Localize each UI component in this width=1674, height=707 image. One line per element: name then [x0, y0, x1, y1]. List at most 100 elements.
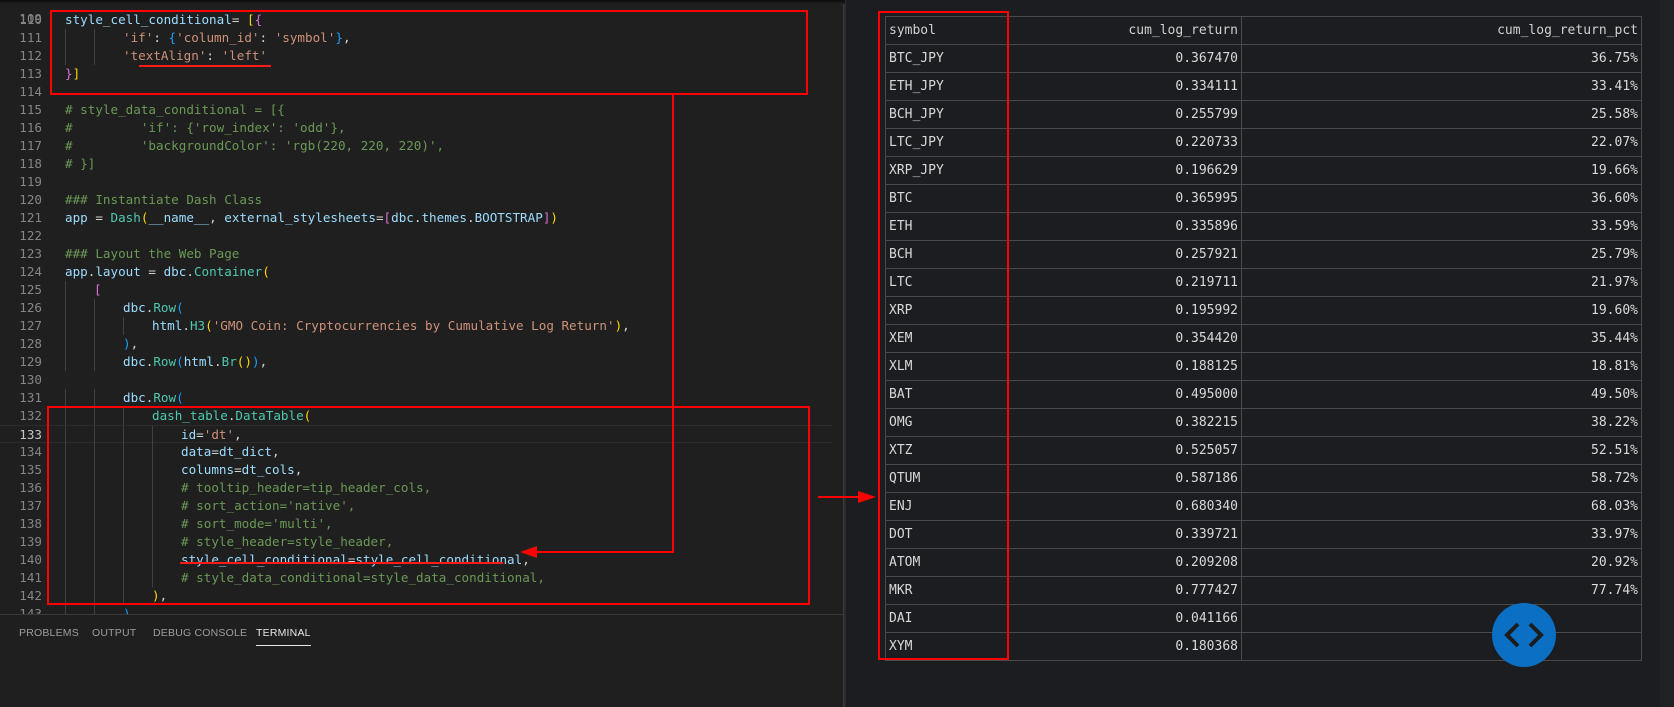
cell-symbol[interactable]: OMG [885, 408, 1009, 437]
cell-cum-log-return[interactable]: 0.680340 [1008, 492, 1242, 521]
cell-cum-log-return-pct[interactable]: 20.92% [1241, 548, 1642, 577]
editor-line[interactable]: 124 app.layout = dbc.Container( [0, 263, 845, 281]
editor-line[interactable]: 115 # style_data_conditional = [{ [0, 101, 845, 119]
tab-debug-console[interactable]: DEBUG CONSOLE [153, 627, 247, 645]
editor-line[interactable]: 131 dbc.Row( [0, 389, 845, 407]
cell-cum-log-return[interactable]: 0.354420 [1008, 324, 1242, 353]
cell-cum-log-return[interactable]: 0.195992 [1008, 296, 1242, 325]
cell-cum-log-return[interactable]: 0.041166 [1008, 604, 1242, 633]
cell-cum-log-return[interactable]: 0.777427 [1008, 576, 1242, 605]
editor-line[interactable]: 132 dash_table.DataTable( [0, 407, 845, 425]
editor-line[interactable]: 123 ### Layout the Web Page [0, 245, 845, 263]
editor-line[interactable]: 130 [0, 371, 845, 389]
cell-cum-log-return[interactable]: 0.587186 [1008, 464, 1242, 493]
cell-symbol[interactable]: MKR [885, 576, 1009, 605]
editor-line[interactable]: 137 # sort_action='native', [0, 497, 845, 515]
cell-cum-log-return[interactable]: 0.334111 [1008, 72, 1242, 101]
cell-cum-log-return-pct[interactable]: 36.75% [1241, 44, 1642, 73]
cell-symbol[interactable]: XRP [885, 296, 1009, 325]
editor-line[interactable]: 136 # tooltip_header=tip_header_cols, [0, 479, 845, 497]
editor-line[interactable]: 135 columns=dt_cols, [0, 461, 845, 479]
editor-line[interactable]: 120 ### Instantiate Dash Class [0, 191, 845, 209]
cell-cum-log-return-pct[interactable]: 33.59% [1241, 212, 1642, 241]
cell-cum-log-return-pct[interactable]: 19.66% [1241, 156, 1642, 185]
editor-line[interactable]: 138 # sort_mode='multi', [0, 515, 845, 533]
column-header-cum-log-return-pct[interactable]: cum_log_return_pct [1241, 16, 1642, 45]
tab-terminal[interactable]: TERMINAL [256, 627, 311, 646]
cell-cum-log-return-pct[interactable]: 36.60% [1241, 184, 1642, 213]
tab-problems[interactable]: PROBLEMS [19, 627, 79, 645]
cell-symbol[interactable]: BAT [885, 380, 1009, 409]
editor-line[interactable]: 127 html.H3('GMO Coin: Cryptocurrencies b… [0, 317, 845, 335]
cell-cum-log-return[interactable]: 0.335896 [1008, 212, 1242, 241]
cell-symbol[interactable]: BTC [885, 184, 1009, 213]
editor-line[interactable]: 111 'if': {'column_id': 'symbol'}, [0, 29, 845, 47]
cell-cum-log-return-pct[interactable]: 77.74% [1241, 576, 1642, 605]
cell-cum-log-return[interactable]: 0.255799 [1008, 100, 1242, 129]
editor-line[interactable]: 142), [0, 587, 845, 605]
cell-cum-log-return-pct[interactable] [1241, 604, 1642, 633]
cell-cum-log-return[interactable]: 0.220733 [1008, 128, 1242, 157]
cell-symbol[interactable]: QTUM [885, 464, 1009, 493]
column-header-symbol[interactable]: symbol [885, 16, 1009, 45]
cell-cum-log-return[interactable]: 0.257921 [1008, 240, 1242, 269]
editor-scrollbar[interactable] [832, 0, 843, 614]
editor-line[interactable]: 118 # }] [0, 155, 845, 173]
cell-cum-log-return-pct[interactable]: 19.60% [1241, 296, 1642, 325]
cell-cum-log-return[interactable]: 0.180368 [1008, 632, 1242, 661]
cell-cum-log-return-pct[interactable] [1241, 632, 1642, 661]
cell-cum-log-return-pct[interactable]: 58.72% [1241, 464, 1642, 493]
cell-cum-log-return[interactable]: 0.495000 [1008, 380, 1242, 409]
cell-cum-log-return-pct[interactable]: 33.41% [1241, 72, 1642, 101]
cell-cum-log-return-pct[interactable]: 25.58% [1241, 100, 1642, 129]
cell-cum-log-return-pct[interactable]: 35.44% [1241, 324, 1642, 353]
cell-symbol[interactable]: ETH [885, 212, 1009, 241]
cell-symbol[interactable]: LTC_JPY [885, 128, 1009, 157]
cell-symbol[interactable]: ETH_JPY [885, 72, 1009, 101]
editor-line[interactable]: 110 style_cell_conditional= [{ [0, 11, 845, 29]
editor-line[interactable]: 134 data=dt_dict, [0, 443, 845, 461]
cell-cum-log-return-pct[interactable]: 18.81% [1241, 352, 1642, 381]
cell-cum-log-return-pct[interactable]: 38.22% [1241, 408, 1642, 437]
cell-symbol[interactable]: XYM [885, 632, 1009, 661]
cell-cum-log-return[interactable]: 0.188125 [1008, 352, 1242, 381]
cell-cum-log-return[interactable]: 0.196629 [1008, 156, 1242, 185]
editor-line[interactable]: 141 # style_data_conditional=style_data_c… [0, 569, 845, 587]
editor-line[interactable]: 129 dbc.Row(html.Br()), [0, 353, 845, 371]
editor-line[interactable]: 140 style_cell_conditional=style_cell_con… [0, 551, 845, 569]
cell-cum-log-return-pct[interactable]: 22.07% [1241, 128, 1642, 157]
cell-cum-log-return-pct[interactable]: 21.97% [1241, 268, 1642, 297]
editor-line[interactable]: 128), [0, 335, 845, 353]
cell-cum-log-return-pct[interactable]: 49.50% [1241, 380, 1642, 409]
cell-symbol[interactable]: ENJ [885, 492, 1009, 521]
cell-cum-log-return[interactable]: 0.365995 [1008, 184, 1242, 213]
cell-symbol[interactable]: BTC_JPY [885, 44, 1009, 73]
cell-symbol[interactable]: XEM [885, 324, 1009, 353]
editor-line[interactable]: 114 [0, 83, 845, 101]
cell-symbol[interactable]: DOT [885, 520, 1009, 549]
cell-symbol[interactable]: XLM [885, 352, 1009, 381]
code-toggle-button[interactable] [1492, 603, 1556, 667]
cell-symbol[interactable]: DAI [885, 604, 1009, 633]
editor-line[interactable]: 143), [0, 605, 845, 614]
editor-line[interactable]: 112 'textAlign': 'left' [0, 47, 845, 65]
editor-line[interactable]: 119 [0, 173, 845, 191]
cell-symbol[interactable]: BCH_JPY [885, 100, 1009, 129]
cell-symbol[interactable]: ATOM [885, 548, 1009, 577]
cell-cum-log-return[interactable]: 0.382215 [1008, 408, 1242, 437]
cell-cum-log-return[interactable]: 0.367470 [1008, 44, 1242, 73]
cell-cum-log-return[interactable]: 0.339721 [1008, 520, 1242, 549]
cell-cum-log-return-pct[interactable]: 33.97% [1241, 520, 1642, 549]
cell-symbol[interactable]: XRP_JPY [885, 156, 1009, 185]
cell-cum-log-return[interactable]: 0.219711 [1008, 268, 1242, 297]
editor-line[interactable]: 121 app = Dash(__name__, external_stylesh… [0, 209, 845, 227]
cell-cum-log-return-pct[interactable]: 25.79% [1241, 240, 1642, 269]
editor-line[interactable]: 133 id='dt', [0, 425, 845, 444]
editor-line[interactable]: 116 # 'if': {'row_index': 'odd'}, [0, 119, 845, 137]
editor-line[interactable]: 122 [0, 227, 845, 245]
editor-line[interactable]: 126 dbc.Row( [0, 299, 845, 317]
cell-symbol[interactable]: LTC [885, 268, 1009, 297]
cell-symbol[interactable]: XTZ [885, 436, 1009, 465]
editor-line[interactable]: 139 # style_header=style_header, [0, 533, 845, 551]
cell-cum-log-return-pct[interactable]: 68.03% [1241, 492, 1642, 521]
